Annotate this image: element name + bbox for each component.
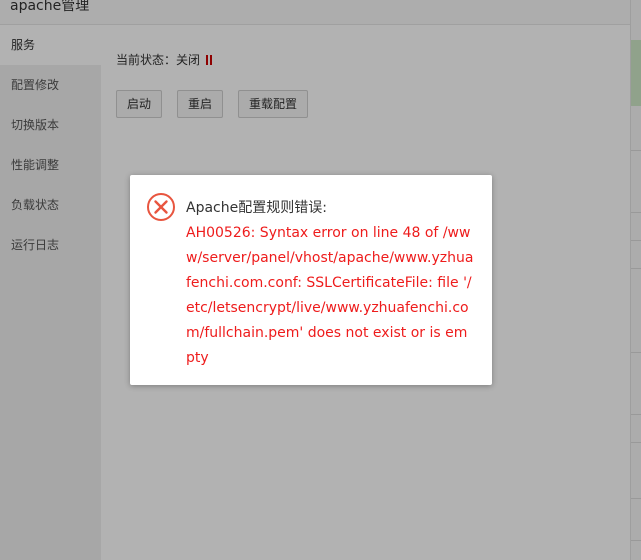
error-detail: AH00526: Syntax error on line 48 of /www… (186, 225, 474, 366)
error-circle-x-icon (147, 193, 175, 221)
error-dialog: Apache配置规则错误: AH00526: Syntax error on l… (130, 175, 492, 385)
error-message: Apache配置规则错误: AH00526: Syntax error on l… (186, 196, 476, 371)
error-heading: Apache配置规则错误: (186, 200, 327, 216)
